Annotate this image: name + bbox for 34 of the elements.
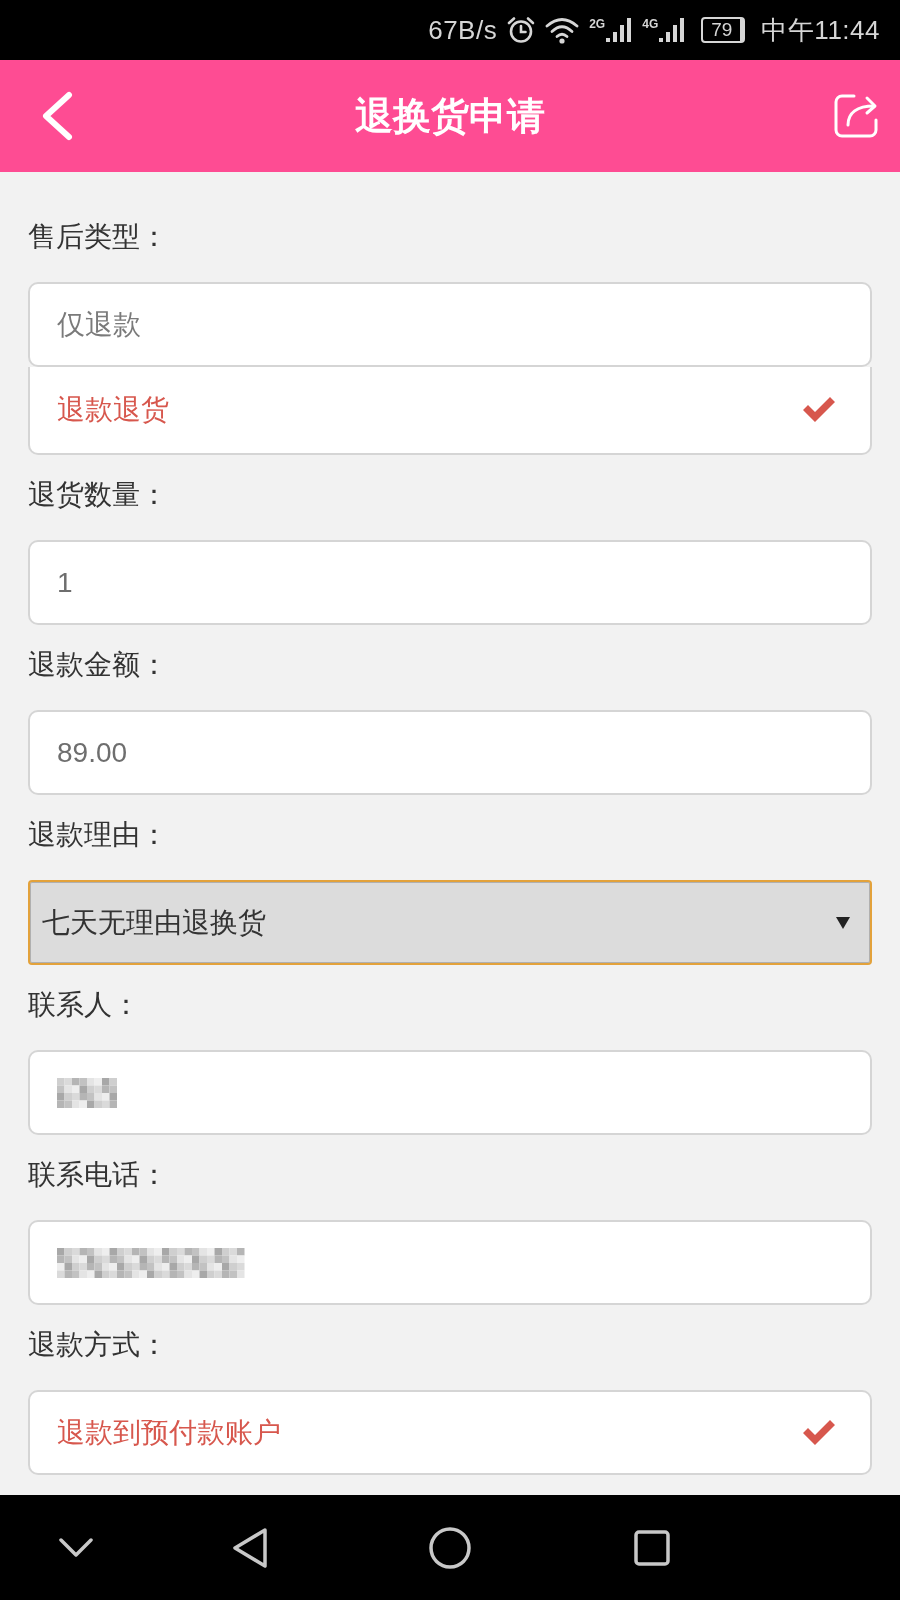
network-type-label: 4G xyxy=(642,18,659,30)
share-icon[interactable] xyxy=(832,92,880,140)
back-icon[interactable] xyxy=(232,1526,268,1569)
signal-icon xyxy=(606,18,633,42)
input-field[interactable] xyxy=(28,1050,872,1135)
checkmark-icon xyxy=(803,397,835,423)
battery-indicator: 79 xyxy=(701,17,746,43)
network-type-label: 2G xyxy=(589,18,606,30)
field-label: 退款方式： xyxy=(28,1328,168,1362)
caret-icon xyxy=(836,915,850,930)
pixelated-text-drawing xyxy=(57,1077,117,1108)
option-item[interactable]: 退款退货 xyxy=(28,367,872,455)
input-field[interactable] xyxy=(28,1220,872,1305)
chevron-down-icon[interactable] xyxy=(59,1537,93,1558)
option-item[interactable]: 退款到预付款账户 xyxy=(28,1390,872,1475)
checkmark-icon xyxy=(803,1419,835,1446)
dropdown-select[interactable]: 七天无理由退换货 xyxy=(28,880,872,965)
recent-apps-icon[interactable] xyxy=(634,1529,670,1566)
input-field[interactable]: 89.00 xyxy=(28,710,872,795)
option-item[interactable]: 仅退款 xyxy=(28,282,872,367)
status-time: 中午11:44 xyxy=(761,15,880,45)
input-field[interactable]: 1 xyxy=(28,540,872,625)
home-icon[interactable] xyxy=(429,1526,471,1569)
field-label: 退款理由： xyxy=(28,818,168,852)
field-label: 联系人： xyxy=(28,988,140,1022)
field-label: 联系电话： xyxy=(28,1158,168,1192)
field-label: 售后类型： xyxy=(28,220,168,254)
field-label: 退货数量： xyxy=(28,478,168,512)
field-label: 退款金额： xyxy=(28,648,168,682)
page-title: 退换货申请 xyxy=(355,94,545,139)
wifi-icon xyxy=(545,16,580,44)
network-speed: 67B/s xyxy=(428,15,498,45)
alarm-icon xyxy=(507,16,536,44)
signal-icon xyxy=(659,18,686,42)
